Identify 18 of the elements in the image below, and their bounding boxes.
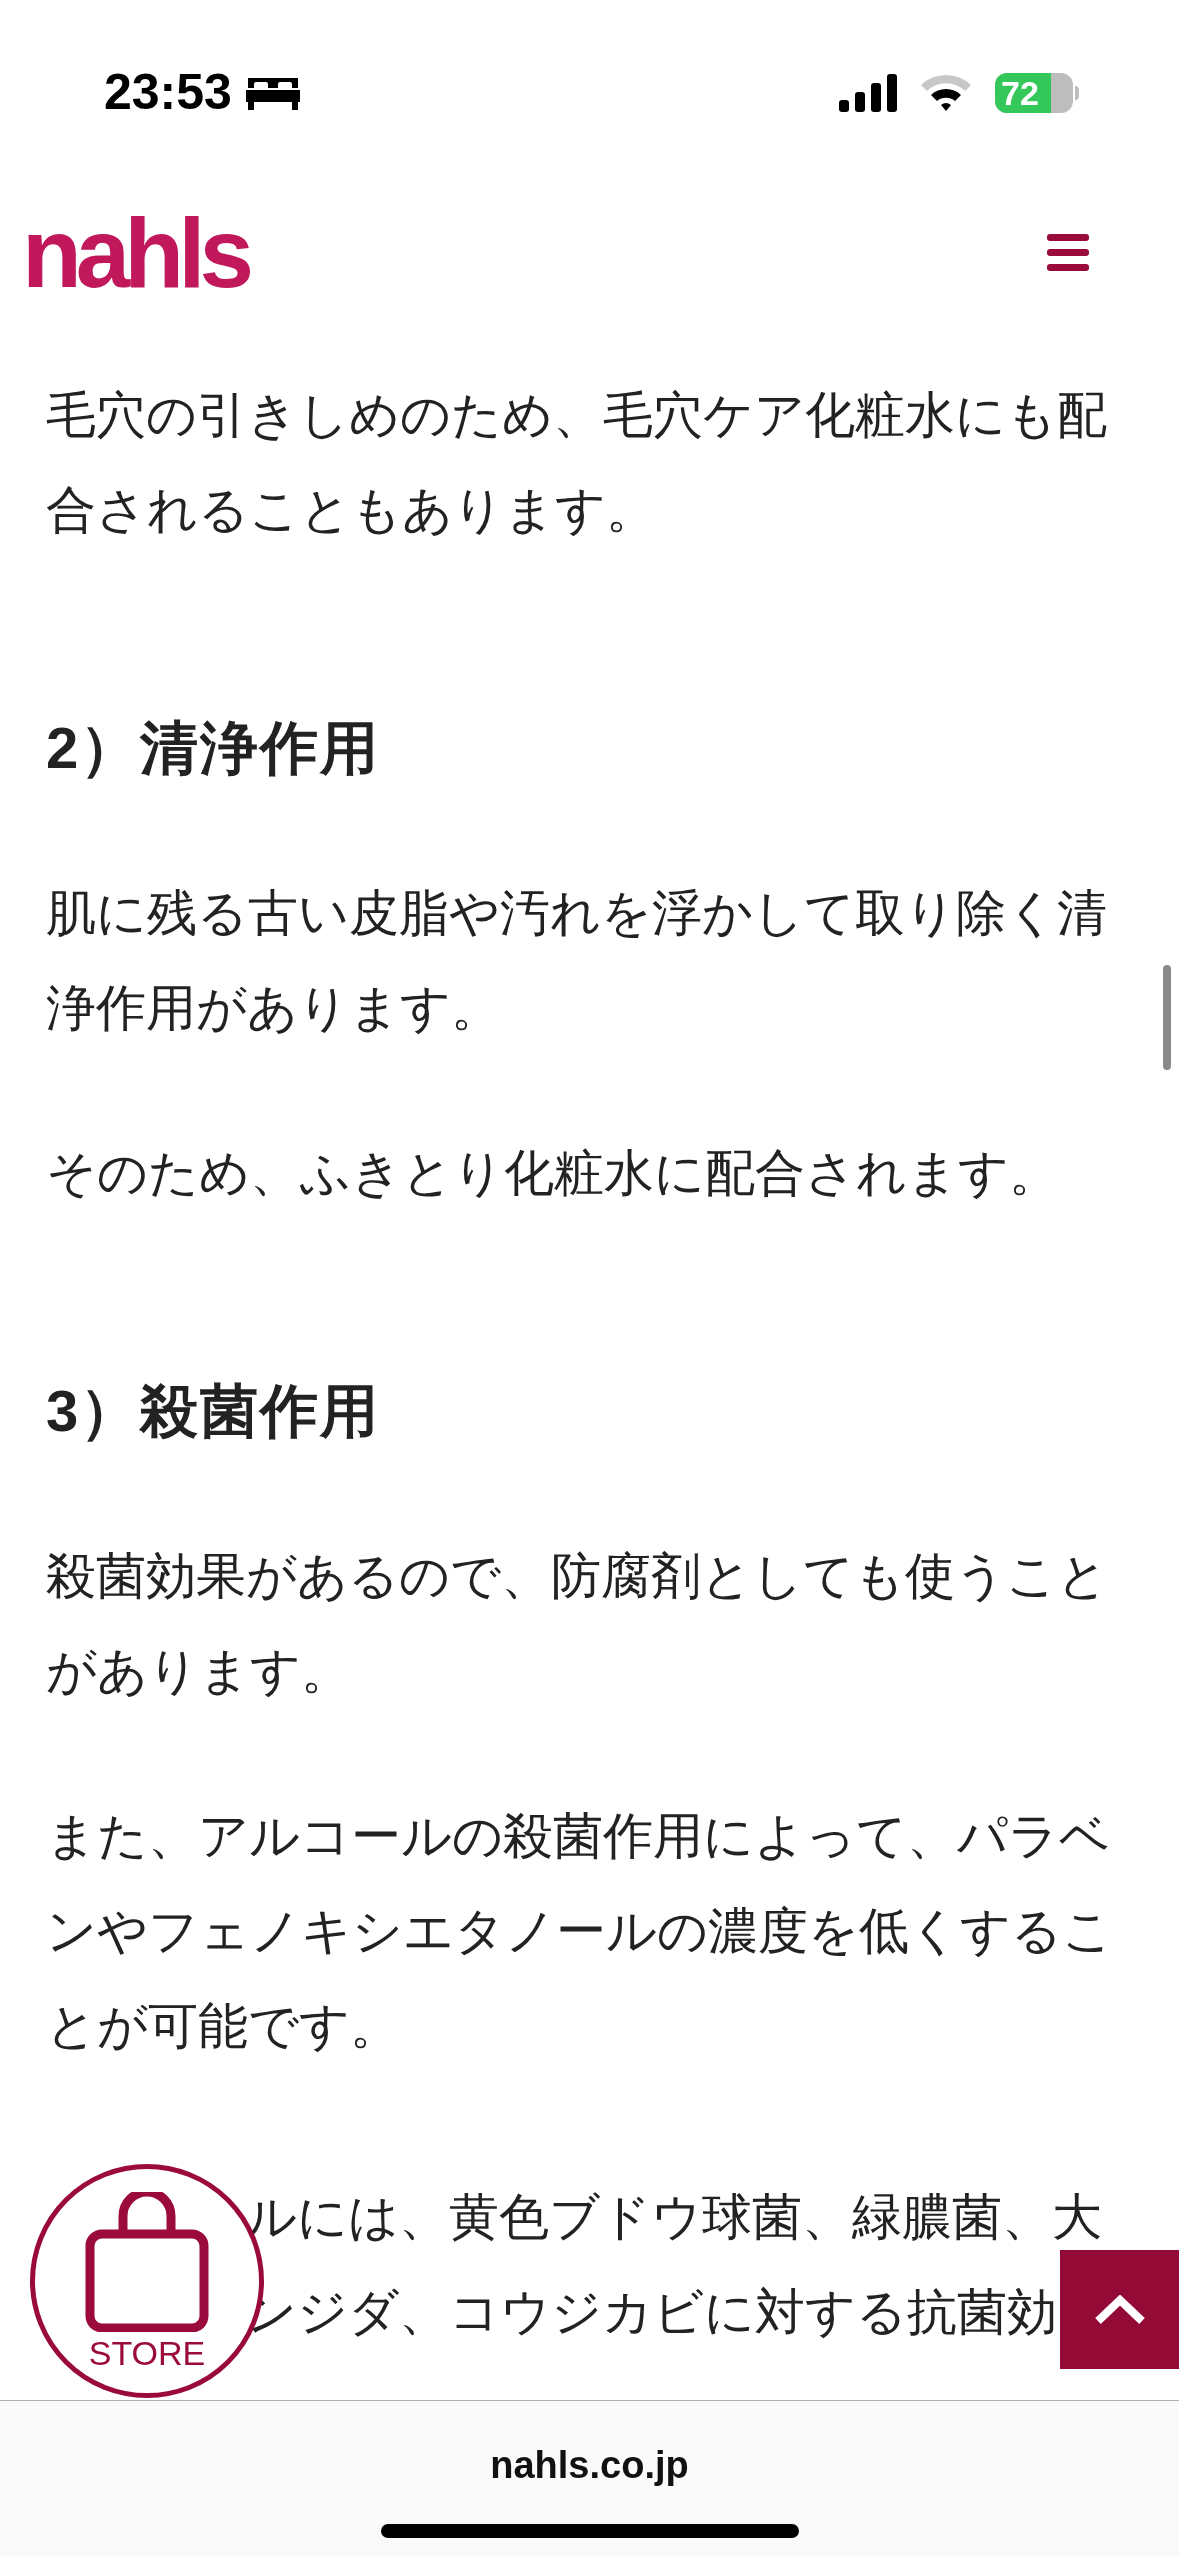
paragraph: 肌に残る古い皮脂や汚れを浮かして取り除く清浄作用があります。 xyxy=(46,884,1108,1038)
chevron-up-icon xyxy=(1093,2294,1146,2325)
paragraph: そのため、ふきとり化粧水に配合されます。 xyxy=(46,1144,1060,1203)
bed-icon xyxy=(245,75,300,110)
section-heading: 3）殺菌作用 xyxy=(46,1377,382,1445)
shopping-bag-icon xyxy=(85,2192,209,2332)
signal-icon xyxy=(839,73,897,112)
site-logo[interactable]: nahls xyxy=(22,203,248,302)
menu-icon[interactable] xyxy=(1047,233,1089,272)
url-text[interactable]: nahls.co.jp xyxy=(490,2437,689,2494)
battery-level: 72 xyxy=(1001,72,1039,113)
paragraph: 殺菌効果があるので、防腐剤としても使うことがあります。 xyxy=(46,1547,1109,1701)
section-heading: 2）清浄作用 xyxy=(46,714,382,782)
paragraph: 毛穴の引きしめのため、毛穴ケア化粧水にも配合されることもあります。 xyxy=(46,386,1108,540)
wifi-icon xyxy=(919,72,973,113)
back-to-top-button[interactable] xyxy=(1060,2250,1179,2369)
paragraph: また、アルコールの殺菌作用によって、パラベンやフェノキシエタノールの濃度を低くすることが可能です。 xyxy=(46,1807,1114,2056)
status-time: 23:53 xyxy=(104,63,232,122)
